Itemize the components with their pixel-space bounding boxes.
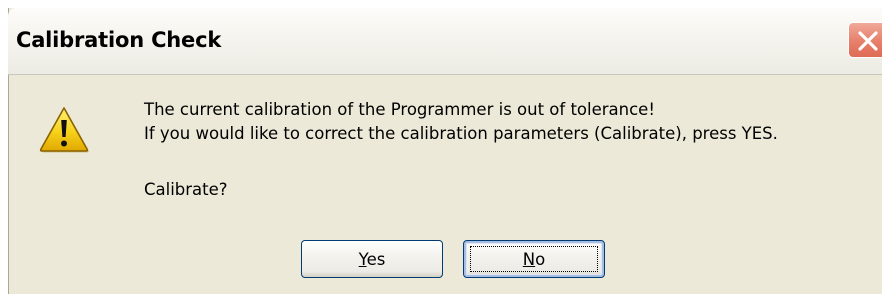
message-line-2: If you would like to correct the calibra… [144, 124, 778, 143]
title-bar[interactable]: Calibration Check [8, 8, 882, 75]
question-text: Calibrate? [144, 180, 228, 199]
close-button[interactable] [848, 22, 882, 58]
yes-button[interactable]: Yes [301, 240, 443, 278]
yes-accelerator: Y [358, 249, 367, 269]
no-label-rest: o [535, 249, 546, 269]
no-button-label: No [523, 250, 545, 269]
close-icon [858, 31, 878, 51]
message-line-1: The current calibration of the Programme… [144, 100, 655, 119]
message-text: The current calibration of the Programme… [144, 98, 778, 146]
no-accelerator: N [522, 249, 536, 269]
calibration-dialog: Calibration Check The current calibratio… [6, 8, 882, 294]
yes-label-rest: es [366, 249, 386, 269]
warning-icon [39, 107, 89, 153]
yes-button-label: Yes [359, 250, 386, 269]
window-title: Calibration Check [16, 28, 222, 52]
no-button[interactable]: No [463, 240, 605, 278]
